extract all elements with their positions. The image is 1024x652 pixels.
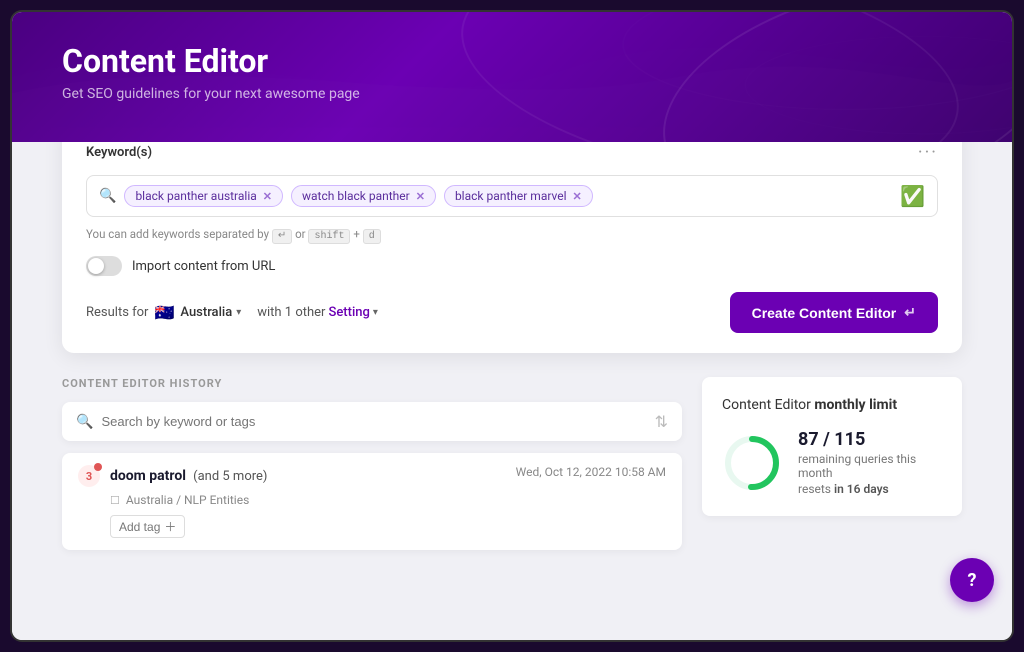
history-badge: 3 [78,465,100,487]
hint-key-enter: ↵ [272,229,292,244]
doc-icon: ☐ [110,494,120,507]
keywords-label: Keyword(s) [86,145,152,160]
results-for-text: Results for 🇦🇺 Australia ▾ [86,303,241,322]
hint-key-shift: shift [308,229,350,244]
keywords-card: Keyword(s) ··· 🔍 black panther australia… [62,142,962,353]
hint-key-d: d [363,229,381,244]
header: Content Editor Get SEO guidelines for yo… [12,12,1012,142]
history-meta-text: Australia / NLP Entities [126,493,249,507]
limit-reset-text: resets in 16 days [798,482,942,496]
history-section-label: CONTENT EDITOR HISTORY [62,377,682,390]
bottom-section: CONTENT EDITOR HISTORY 🔍 ⇅ 3 doom patrol [62,377,962,550]
limit-visual: 87 / 115 remaining queries this month re… [722,429,942,496]
card-header: Keyword(s) ··· [86,142,938,163]
search-icon: 🔍 [99,188,116,204]
keyword-tag-2: watch black panther ✕ [291,185,436,207]
main-content: Keyword(s) ··· 🔍 black panther australia… [12,142,1012,640]
keyword-hint: You can add keywords separated by ↵ or s… [86,227,938,242]
tag-close-3[interactable]: ✕ [573,190,582,203]
filter-icon[interactable]: ⇅ [655,412,668,431]
create-content-editor-button[interactable]: Create Content Editor ↵ [730,292,938,333]
history-more-text: (and 5 more) [190,469,268,484]
other-setting-dropdown[interactable]: with 1 other Setting ▾ [257,305,378,320]
limit-title: Content Editor monthly limit [722,397,942,413]
donut-chart [722,433,782,493]
keyword-tag-1: black panther australia ✕ [124,185,283,207]
australia-flag: 🇦🇺 [154,303,174,322]
import-url-toggle[interactable] [86,256,122,276]
keywords-input-area[interactable]: 🔍 black panther australia ✕ watch black … [86,175,938,217]
history-item: 3 doom patrol (and 5 more) Wed, Oct 12, … [62,453,682,550]
limit-info: 87 / 115 remaining queries this month re… [798,429,942,496]
history-panel: CONTENT EDITOR HISTORY 🔍 ⇅ 3 doom patrol [62,377,682,550]
badge-dot [94,463,102,471]
country-chevron-icon: ▾ [236,307,241,318]
limit-numbers: 87 / 115 [798,429,942,450]
history-search-row[interactable]: 🔍 ⇅ [62,402,682,441]
enter-icon: ↵ [904,304,916,321]
page-subtitle: Get SEO guidelines for your next awesome… [62,86,962,102]
add-tag-button[interactable]: Add tag ＋ [110,515,185,538]
limit-panel: Content Editor monthly limit [702,377,962,550]
history-meta: ☐ Australia / NLP Entities [110,493,666,507]
tag-close-1[interactable]: ✕ [263,190,272,203]
import-toggle-row: Import content from URL [86,256,938,276]
check-icon: ✅ [900,184,925,208]
page-title: Content Editor [62,42,962,80]
help-button[interactable]: ? [950,558,994,602]
dots-menu-icon[interactable]: ··· [918,142,938,163]
results-row: Results for 🇦🇺 Australia ▾ with 1 other … [86,292,938,333]
app-container: Content Editor Get SEO guidelines for yo… [10,10,1014,642]
plus-icon: ＋ [164,518,176,535]
history-item-header: 3 doom patrol (and 5 more) Wed, Oct 12, … [78,465,666,487]
import-toggle-label: Import content from URL [132,259,275,274]
history-search-icon: 🔍 [76,414,93,430]
history-item-info: doom patrol (and 5 more) [110,465,267,484]
limit-remaining-text: remaining queries this month [798,452,942,480]
limit-card: Content Editor monthly limit [702,377,962,516]
setting-chevron-icon: ▾ [373,307,378,318]
history-date: Wed, Oct 12, 2022 10:58 AM [516,465,666,479]
keyword-tag-3: black panther marvel ✕ [444,185,593,207]
country-selector[interactable]: Australia ▾ [180,305,241,320]
history-search-input[interactable] [101,414,646,429]
tag-close-2[interactable]: ✕ [416,190,425,203]
